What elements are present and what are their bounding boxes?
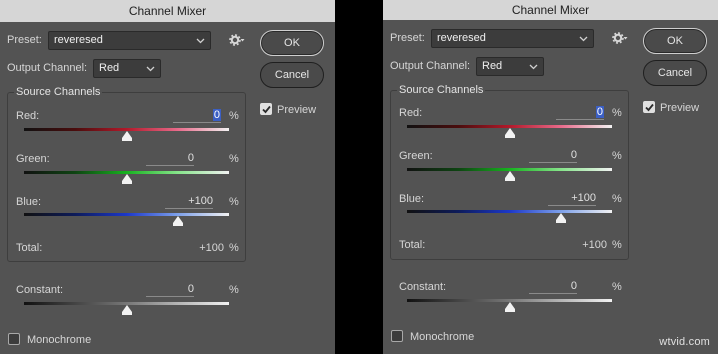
monochrome-label: Monochrome — [410, 331, 475, 343]
red-channel-input[interactable]: 0 — [556, 106, 604, 120]
constant-percent: % — [612, 281, 622, 293]
red-percent: % — [612, 107, 622, 119]
output-channel-label: Output Channel: — [390, 60, 471, 72]
chevron-down-icon — [146, 66, 155, 72]
preview-label: Preview — [660, 102, 700, 114]
preset-value: reveresed — [54, 34, 103, 46]
total-label: Total: — [16, 242, 43, 254]
blue-slider-track[interactable] — [24, 213, 229, 216]
ok-button[interactable]: OK — [260, 30, 324, 56]
cancel-button[interactable]: Cancel — [643, 60, 707, 86]
dialog-title: Channel Mixer — [0, 0, 335, 22]
total-label: Total: — [399, 239, 426, 251]
preset-label: Preset: — [7, 34, 42, 46]
preset-select[interactable]: reveresed — [48, 31, 211, 50]
monochrome-checkbox[interactable] — [391, 330, 403, 342]
total-percent: % — [229, 242, 239, 254]
channel-mixer-dialog-right: Channel Mixer Preset: reveresed Output C… — [383, 0, 718, 354]
red-channel-label: Red: — [16, 110, 40, 122]
output-channel-value: Red — [482, 60, 503, 72]
monochrome-label: Monochrome — [27, 334, 92, 346]
output-channel-select[interactable]: Red — [476, 57, 544, 76]
constant-label: Constant: — [399, 281, 447, 293]
output-channel-value: Red — [99, 62, 120, 74]
red-percent: % — [229, 110, 239, 122]
preset-select[interactable]: reveresed — [431, 29, 594, 48]
dialog-title: Channel Mixer — [383, 0, 718, 20]
green-channel-label: Green: — [16, 153, 50, 165]
preview-label: Preview — [277, 104, 317, 116]
monochrome-checkbox[interactable] — [8, 333, 20, 345]
source-channels-title: Source Channels — [397, 84, 486, 96]
chevron-down-icon — [579, 36, 588, 42]
preset-value: reveresed — [437, 32, 486, 44]
green-percent: % — [612, 150, 622, 162]
red-slider-thumb[interactable] — [121, 131, 132, 141]
blue-percent: % — [229, 196, 239, 208]
output-channel-select[interactable]: Red — [93, 59, 161, 78]
channel-mixer-dialog-left: Channel Mixer Preset: reveresed Output C… — [0, 0, 335, 354]
blue-slider-thumb[interactable] — [555, 213, 566, 223]
constant-input[interactable]: 0 — [529, 280, 577, 294]
green-channel-input[interactable]: 0 — [146, 152, 194, 166]
blue-channel-label: Blue: — [399, 193, 425, 205]
watermark: wtvid.com — [659, 336, 710, 348]
green-percent: % — [229, 153, 239, 165]
source-channels-title: Source Channels — [14, 86, 103, 98]
total-value: +100 — [582, 239, 607, 251]
blue-channel-label: Blue: — [16, 196, 42, 208]
cancel-button[interactable]: Cancel — [260, 62, 324, 88]
chevron-down-icon — [529, 64, 538, 70]
preset-label: Preset: — [390, 32, 425, 44]
green-slider-thumb[interactable] — [121, 174, 132, 184]
gear-icon[interactable] — [612, 31, 628, 45]
checkmark-icon — [645, 103, 654, 112]
preview-checkbox[interactable] — [643, 101, 655, 113]
ok-button[interactable]: OK — [643, 28, 707, 54]
checkmark-icon — [262, 105, 271, 114]
gear-icon[interactable] — [229, 33, 245, 47]
green-channel-input[interactable]: 0 — [529, 149, 577, 163]
chevron-down-icon — [196, 38, 205, 44]
green-slider-thumb[interactable] — [504, 171, 515, 181]
constant-label: Constant: — [16, 284, 64, 296]
red-channel-label: Red: — [399, 107, 423, 119]
blue-channel-input[interactable]: +100 — [548, 192, 596, 206]
green-channel-label: Green: — [399, 150, 433, 162]
red-slider-thumb[interactable] — [504, 128, 515, 138]
constant-slider-thumb[interactable] — [504, 302, 515, 312]
blue-slider-track[interactable] — [407, 210, 612, 213]
total-percent: % — [612, 239, 622, 251]
constant-percent: % — [229, 284, 239, 296]
constant-input[interactable]: 0 — [146, 283, 194, 297]
output-channel-label: Output Channel: — [7, 62, 88, 74]
total-value: +100 — [199, 242, 224, 254]
red-channel-input[interactable]: 0 — [173, 109, 221, 123]
blue-channel-input[interactable]: +100 — [165, 195, 213, 209]
constant-slider-thumb[interactable] — [121, 305, 132, 315]
blue-slider-thumb[interactable] — [172, 216, 183, 226]
blue-percent: % — [612, 193, 622, 205]
preview-checkbox[interactable] — [260, 103, 272, 115]
